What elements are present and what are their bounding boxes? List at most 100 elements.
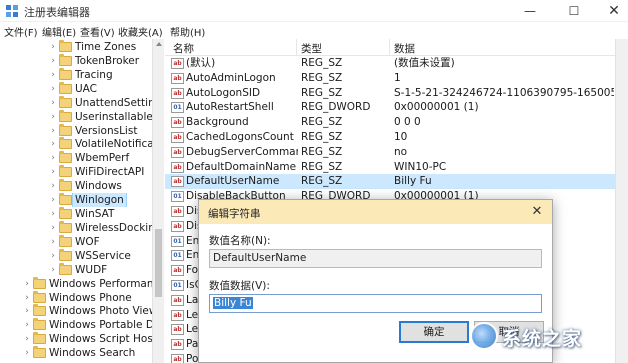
tree-item[interactable]: › Windows Performance (0, 276, 152, 291)
chevron-right-icon[interactable]: › (49, 96, 57, 110)
tree-item[interactable]: › Tracing (0, 67, 152, 82)
string-value-icon: ab (171, 161, 184, 173)
string-value-icon: ab (171, 58, 184, 69)
chevron-right-icon[interactable]: › (49, 235, 57, 249)
tree-item[interactable]: › Userinstallable.dri (0, 109, 152, 124)
value-data-input[interactable]: Billy Fu (209, 294, 542, 313)
chevron-right-icon[interactable]: › (49, 207, 57, 221)
tree-scrollbar[interactable] (152, 39, 164, 363)
tree-item[interactable]: › WinSAT (0, 207, 152, 221)
value-row[interactable]: ab DebugServerCommand REG_SZ no (165, 145, 615, 160)
close-button[interactable]: ✕ (592, 0, 628, 22)
maximize-button[interactable]: ☐ (552, 0, 596, 22)
column-separator[interactable] (389, 39, 390, 56)
tree-item[interactable]: › Winlogon (0, 193, 152, 208)
chevron-right-icon[interactable]: › (49, 165, 57, 179)
chevron-right-icon[interactable]: › (49, 179, 57, 193)
tree-item-label: WbemPerf (75, 152, 130, 165)
value-row[interactable]: 01 AutoRestartShell REG_DWORD 0x00000001 (1… (165, 100, 615, 115)
chevron-right-icon[interactable]: › (49, 151, 57, 165)
values-scrollbar[interactable] (615, 39, 628, 363)
tree-item[interactable]: › Windows (0, 179, 152, 193)
value-row[interactable]: ab Background REG_SZ 0 0 0 (165, 115, 615, 130)
menu-file[interactable]: 文件(F) (4, 24, 38, 39)
value-row[interactable]: ab DefaultDomainName REG_SZ WIN10-PC (165, 160, 615, 175)
chevron-right-icon[interactable]: › (49, 137, 57, 151)
chevron-right-icon[interactable]: › (49, 110, 57, 124)
binary-value-icon: 01 (171, 191, 184, 203)
value-name-label: 数值名称(N): (209, 235, 271, 247)
chevron-right-icon[interactable]: › (23, 291, 31, 305)
folder-icon (59, 165, 72, 178)
value-name: Background (186, 116, 249, 129)
tree-item-label: Windows Photo Viewer (49, 305, 152, 318)
value-row[interactable]: ab AutoLogonSID REG_SZ S-1-5-21-324246724-1… (165, 86, 615, 101)
chevron-right-icon[interactable]: › (23, 277, 31, 291)
folder-icon (59, 151, 72, 164)
tree-item[interactable]: › Windows Phone (0, 290, 152, 305)
chevron-right-icon[interactable]: › (49, 221, 57, 235)
tree-item-label: Userinstallable.dri (75, 110, 152, 123)
column-type[interactable]: 类型 (301, 41, 322, 56)
tree-item[interactable]: › TokenBroker (0, 53, 152, 68)
value-row[interactable]: ab (默认) REG_SZ (数值未设置) (165, 56, 615, 71)
chevron-right-icon[interactable]: › (49, 40, 57, 54)
menu-help[interactable]: 帮助(H) (170, 24, 205, 39)
tree-item[interactable]: › Time Zones (0, 40, 152, 54)
value-data: (数值未设置) (394, 57, 455, 69)
dialog-close-button[interactable]: ✕ (527, 203, 547, 221)
value-row[interactable]: ab DefaultUserName REG_SZ Billy Fu (165, 174, 615, 190)
folder-icon (59, 123, 72, 136)
tree-item-label: Windows Search (49, 347, 136, 360)
tree-item[interactable]: › WbemPerf (0, 151, 152, 165)
value-type: REG_SZ (301, 160, 343, 173)
chevron-right-icon[interactable]: › (49, 124, 57, 138)
tree-item[interactable]: › UAC (0, 81, 152, 96)
chevron-right-icon[interactable]: › (23, 318, 31, 332)
chevron-right-icon[interactable]: › (23, 346, 31, 360)
value-row[interactable]: ab CachedLogonsCount REG_SZ 10 (165, 130, 615, 145)
watermark: 系统之家 (440, 318, 628, 363)
tree-item[interactable]: › WOF (0, 234, 152, 249)
tree-item-label: Winlogon (72, 193, 127, 208)
tree-item-label: WinSAT (75, 208, 115, 221)
value-row[interactable]: ab AutoAdminLogon REG_SZ 1 (165, 71, 615, 86)
menu-view[interactable]: 查看(V) (80, 24, 115, 39)
folder-icon (59, 234, 72, 247)
chevron-right-icon[interactable]: › (23, 332, 31, 346)
value-data: 1 (394, 71, 401, 84)
value-data: WIN10-PC (394, 160, 447, 173)
binary-value-icon: 01 (171, 235, 184, 247)
tree-item[interactable]: › WirelessDocking (0, 220, 152, 235)
folder-icon (59, 67, 72, 80)
chevron-right-icon[interactable]: › (49, 54, 57, 68)
chevron-right-icon[interactable]: › (49, 82, 57, 96)
tree-item[interactable]: › Windows Search (0, 346, 152, 360)
menu-favorites[interactable]: 收藏夹(A) (118, 24, 163, 39)
column-separator[interactable] (296, 39, 297, 56)
tree-item[interactable]: › VolatileNotificati (0, 137, 152, 151)
tree-item[interactable]: › WiFiDirectAPI (0, 165, 152, 179)
tree-item[interactable]: › Windows Portable Devi (0, 318, 152, 332)
regedit-icon (6, 5, 18, 17)
chevron-right-icon[interactable]: › (49, 249, 57, 263)
menu-edit[interactable]: 编辑(E) (42, 24, 76, 39)
chevron-right-icon[interactable]: › (49, 193, 57, 207)
string-value-icon: ab (171, 309, 184, 321)
string-value-icon: ab (171, 117, 184, 129)
scroll-up-icon[interactable] (156, 42, 162, 46)
chevron-right-icon[interactable]: › (49, 68, 57, 82)
minimize-button[interactable]: — (508, 0, 552, 22)
tree-item[interactable]: › VersionsList (0, 123, 152, 138)
tree-item[interactable]: › Windows Photo Viewer (0, 304, 152, 318)
tree-item[interactable]: › WUDF (0, 262, 152, 277)
tree-item[interactable]: › WSService (0, 248, 152, 263)
tree-item[interactable]: › Windows Script Host (0, 332, 152, 346)
tree-scroll-thumb[interactable] (155, 229, 162, 297)
chevron-right-icon[interactable]: › (23, 304, 31, 318)
column-data[interactable]: 数据 (394, 41, 415, 56)
tree-item[interactable]: › UnattendSettings (0, 95, 152, 110)
chevron-right-icon[interactable]: › (49, 263, 57, 277)
value-data-text[interactable]: Billy Fu (213, 297, 253, 309)
column-name[interactable]: 名称 (173, 41, 194, 56)
